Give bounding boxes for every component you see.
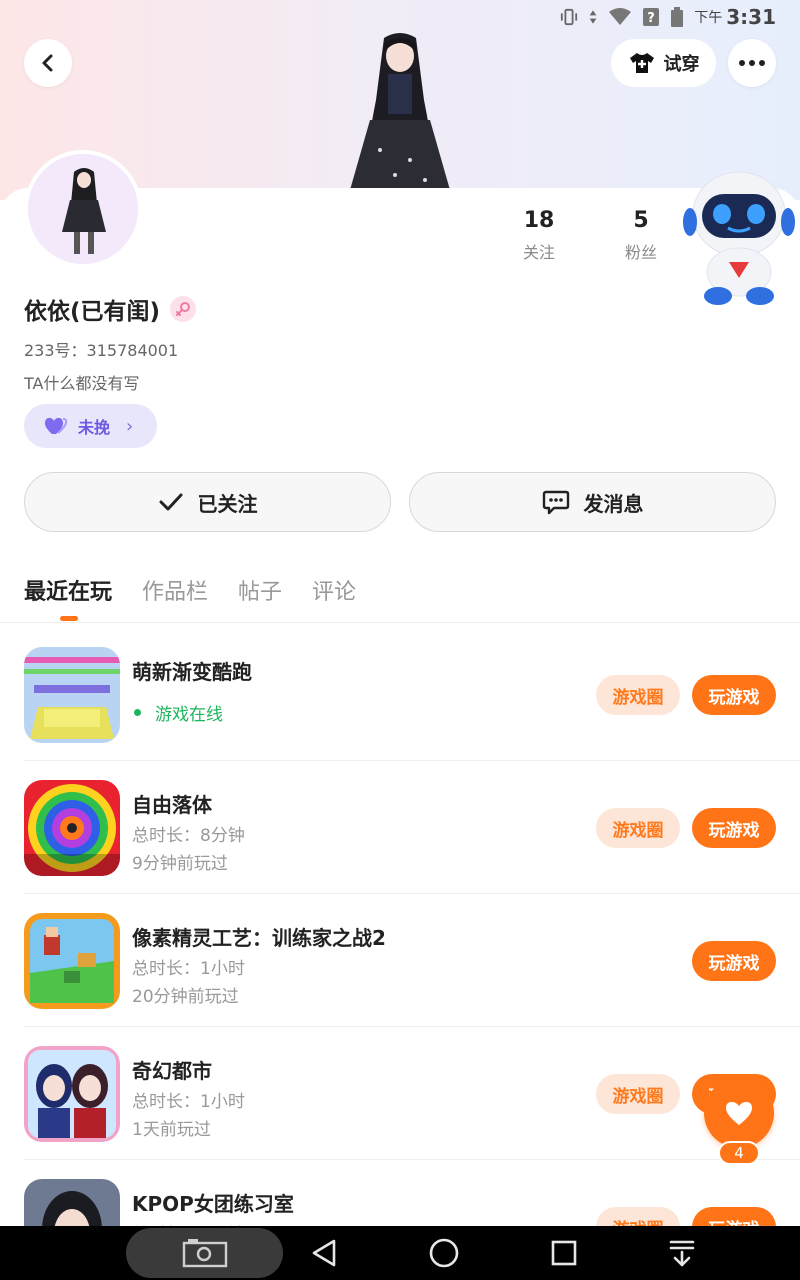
- following-count: 18: [523, 208, 555, 233]
- check-icon: [159, 493, 182, 511]
- couple-pill[interactable]: 未挽 ›: [24, 404, 157, 448]
- list-item[interactable]: 自由落体 总时长：8分钟 9分钟前玩过 游戏圈 玩游戏: [0, 761, 800, 894]
- more-button[interactable]: [728, 39, 776, 87]
- user-bio: TA什么都没有写: [24, 374, 140, 393]
- double-heart-icon: [44, 417, 68, 434]
- tab-comments[interactable]: 评论: [312, 574, 356, 608]
- play-duration: 总时长：1小时: [132, 1092, 245, 1112]
- message-button[interactable]: 发消息: [409, 472, 776, 532]
- time-prefix: 下午: [694, 10, 723, 26]
- nav-recents-button[interactable]: [544, 1236, 584, 1270]
- recent-games-list: 萌新渐变酷跑 游戏在线 游戏圈 玩游戏 自由落体 总时长：8分钟 9分钟前玩过 …: [0, 628, 800, 1280]
- shirt-icon: [629, 53, 654, 73]
- nav-home-button[interactable]: [424, 1236, 464, 1270]
- chevron-left-icon: [42, 54, 53, 72]
- svg-text:?: ?: [647, 11, 655, 26]
- game-icon-fantasy-city: [24, 1046, 120, 1142]
- followed-label: 已关注: [197, 491, 258, 516]
- back-button[interactable]: [24, 39, 72, 87]
- fans-count: 5: [633, 208, 649, 233]
- square-recents-icon: [551, 1240, 577, 1266]
- play-game-button[interactable]: 玩游戏: [692, 675, 776, 715]
- game-circle-button[interactable]: 游戏圈: [596, 808, 680, 848]
- tabs-divider: [0, 622, 800, 623]
- try-on-button[interactable]: 试穿: [611, 39, 716, 87]
- chevron-right-icon: ›: [126, 415, 134, 437]
- game-title: 像素精灵工艺：训练家之战2: [132, 926, 386, 950]
- list-item[interactable]: 奇幻都市 总时长：1小时 1天前玩过 游戏圈 玩游戏: [0, 1027, 800, 1160]
- list-item[interactable]: 像素精灵工艺：训练家之战2 总时长：1小时 20分钟前玩过 玩游戏: [0, 894, 800, 1027]
- more-dots-icon: [739, 60, 765, 66]
- play-game-button[interactable]: 玩游戏: [692, 808, 776, 848]
- system-nav-bar: [0, 1226, 800, 1280]
- user-id: 233号：315784001: [24, 341, 179, 360]
- play-duration: 总时长：1小时: [132, 959, 245, 979]
- game-title: 萌新渐变酷跑: [132, 660, 252, 684]
- clock: 3:31: [726, 5, 776, 29]
- game-circle-button[interactable]: 游戏圈: [596, 675, 680, 715]
- avatar-figure-icon: [28, 154, 138, 264]
- floating-like-button[interactable]: [704, 1078, 774, 1148]
- following-stat[interactable]: 18 关注: [499, 208, 579, 263]
- chat-bubble-icon: [542, 490, 569, 515]
- vibrate-icon: [561, 8, 578, 26]
- last-played: 20分钟前玩过: [132, 987, 239, 1007]
- game-circle-button[interactable]: 游戏圈: [596, 1074, 680, 1114]
- no-sim-icon: ?: [643, 8, 660, 26]
- tab-works[interactable]: 作品栏: [142, 574, 208, 608]
- female-icon: [170, 296, 197, 322]
- following-label: 关注: [522, 243, 555, 262]
- game-title: 自由落体: [132, 793, 212, 817]
- avatar-figure-banner: [350, 33, 450, 190]
- battery-icon: [671, 7, 684, 27]
- tab-recent-play[interactable]: 最近在玩: [24, 574, 112, 621]
- online-dot-icon: [134, 709, 141, 716]
- game-icon-pixelmon: [24, 913, 120, 1009]
- online-text: 游戏在线: [155, 705, 223, 725]
- wifi-icon: [609, 8, 632, 25]
- screenshot-button[interactable]: [126, 1228, 283, 1278]
- avatar[interactable]: [24, 150, 142, 268]
- nav-notifications-button[interactable]: [662, 1236, 702, 1270]
- profile-tabs: 最近在玩 作品栏 帖子 评论: [24, 574, 356, 621]
- couple-label: 未挽: [78, 418, 111, 437]
- game-icon-parkour: [24, 647, 120, 743]
- play-game-button[interactable]: 玩游戏: [692, 941, 776, 981]
- data-arrows-icon: [589, 10, 597, 24]
- try-on-label: 试穿: [663, 54, 700, 75]
- circle-home-icon: [429, 1238, 459, 1268]
- last-played: 9分钟前玩过: [132, 854, 228, 874]
- user-name: 依依(已有闺): [24, 299, 161, 325]
- triangle-back-icon: [312, 1239, 336, 1267]
- robot-mascot-icon[interactable]: [682, 168, 796, 308]
- message-label: 发消息: [583, 491, 644, 516]
- list-item[interactable]: 萌新渐变酷跑 游戏在线 游戏圈 玩游戏: [0, 628, 800, 761]
- game-icon-freefall: [24, 780, 120, 876]
- name-row: 依依(已有闺): [24, 292, 197, 326]
- status-bar: ? 下午 3:31: [560, 4, 776, 30]
- game-title: 奇幻都市: [132, 1059, 212, 1083]
- online-status: 游戏在线: [132, 700, 223, 725]
- fans-stat[interactable]: 5 粉丝: [601, 208, 681, 263]
- fans-label: 粉丝: [624, 243, 657, 262]
- nav-back-button[interactable]: [304, 1236, 344, 1270]
- followed-button[interactable]: 已关注: [24, 472, 391, 532]
- like-count-badge: 4: [718, 1141, 760, 1165]
- last-played: 1天前玩过: [132, 1120, 211, 1140]
- tab-posts[interactable]: 帖子: [238, 574, 282, 608]
- heart-icon: [726, 1102, 752, 1125]
- game-title: KPOP女团练习室: [132, 1192, 294, 1216]
- pull-down-icon: [669, 1240, 695, 1267]
- camera-icon: [182, 1239, 227, 1268]
- play-duration: 总时长：8分钟: [132, 826, 245, 846]
